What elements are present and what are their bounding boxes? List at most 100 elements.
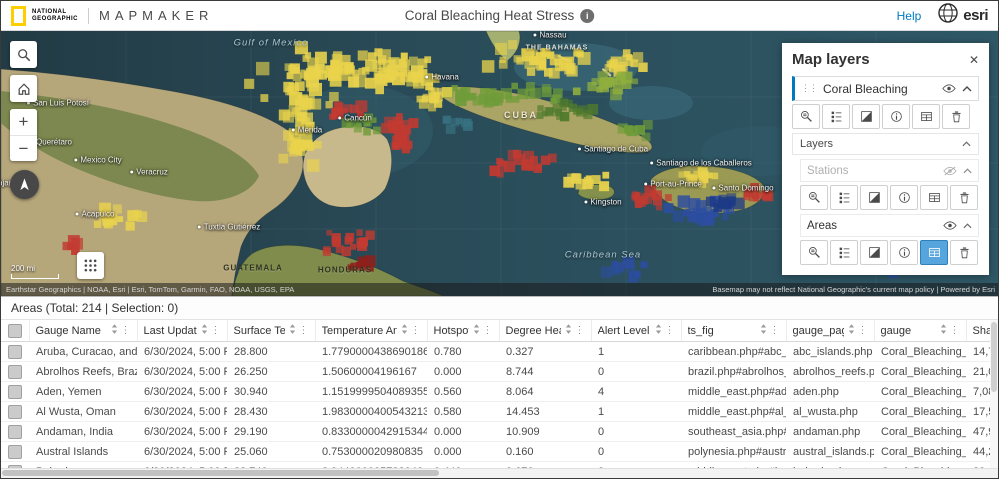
search-button[interactable] [10, 41, 37, 68]
column-menu-icon[interactable]: ⋮ [483, 325, 493, 336]
table-row[interactable]: Al Wusta, Oman6/30/2024, 5:00 PM28.4301.… [1, 402, 998, 422]
vertical-scrollbar[interactable] [990, 320, 998, 469]
table-cell: Coral_Bleaching_Alert_Le... [874, 442, 966, 462]
layer-delete-button[interactable] [942, 104, 970, 129]
column-menu-icon[interactable]: ⋮ [299, 325, 309, 336]
column-menu-icon[interactable]: ⋮ [665, 325, 675, 336]
layer-info-button[interactable] [890, 185, 918, 210]
layer-zoom-to-button[interactable] [792, 104, 820, 129]
chevron-up-icon[interactable] [963, 168, 972, 174]
column-menu-icon[interactable]: ⋮ [411, 325, 421, 336]
sort-icon[interactable] [289, 324, 296, 337]
column-label: Alert Level [598, 325, 650, 337]
vertical-scrollbar-thumb[interactable] [991, 322, 997, 392]
dots-grid-icon [84, 259, 97, 272]
table-scroll-area[interactable]: Gauge Name⋮Last Updated⋮Surface Temp (°C… [1, 320, 998, 469]
basemap-gallery-button[interactable] [77, 252, 104, 279]
column-header-hotspots[interactable]: Hotspots⋮ [427, 320, 499, 342]
layer-delete-button[interactable] [950, 185, 978, 210]
select-all-checkbox[interactable] [8, 324, 22, 338]
column-menu-icon[interactable]: ⋮ [770, 325, 780, 336]
row-checkbox[interactable] [8, 385, 22, 399]
layer-stations[interactable]: Stations [800, 159, 979, 182]
sort-icon[interactable] [848, 324, 855, 337]
column-menu-icon[interactable]: ⋮ [211, 325, 221, 336]
column-menu-icon[interactable]: ⋮ [121, 325, 131, 336]
table-row[interactable]: Andaman, India6/30/2024, 5:00 PM29.1900.… [1, 422, 998, 442]
column-header-gauge-page[interactable]: gauge_page⋮ [786, 320, 874, 342]
sort-icon[interactable] [565, 324, 572, 337]
layer-info-button[interactable] [890, 240, 918, 265]
zoom-in-button[interactable]: + [10, 109, 37, 135]
column-menu-icon[interactable]: ⋮ [950, 325, 960, 336]
sort-icon[interactable] [473, 324, 480, 337]
layer-show-table-button[interactable] [912, 104, 940, 129]
sort-icon[interactable] [401, 324, 408, 337]
table-cell: Coral_Bleaching_Alert_Le... [874, 422, 966, 442]
table-row[interactable]: Austral Islands6/30/2024, 5:00 PM25.0600… [1, 442, 998, 462]
zoom-out-button[interactable]: − [10, 135, 37, 161]
sort-icon[interactable] [940, 324, 947, 337]
layer-zoom-to-button[interactable] [800, 185, 828, 210]
home-button[interactable] [10, 75, 37, 102]
sort-icon[interactable] [201, 324, 208, 337]
visibility-off-icon[interactable] [943, 166, 957, 176]
column-header-last-updated[interactable]: Last Updated⋮ [137, 320, 227, 342]
help-link[interactable]: Help [897, 9, 922, 23]
column-menu-icon[interactable]: ⋮ [858, 325, 868, 336]
layer-legend-button[interactable] [830, 185, 858, 210]
chevron-up-icon[interactable] [963, 223, 972, 229]
row-checkbox[interactable] [8, 405, 22, 419]
info-icon[interactable]: i [580, 9, 594, 23]
layer-opacity-button[interactable] [860, 185, 888, 210]
column-header-gauge-name[interactable]: Gauge Name⋮ [29, 320, 137, 342]
close-icon[interactable]: ✕ [969, 54, 979, 66]
column-header-gauge[interactable]: gauge⋮ [874, 320, 966, 342]
layer-legend-button[interactable] [822, 104, 850, 129]
horizontal-scrollbar[interactable] [1, 468, 998, 478]
visibility-eye-icon[interactable] [943, 221, 957, 230]
scale-bar: 200 mi [11, 264, 59, 279]
row-checkbox[interactable] [8, 365, 22, 379]
table-cell: Abrolhos Reefs, Brazil [29, 362, 137, 382]
layer-show-table-button[interactable] [920, 185, 948, 210]
column-header-alert-level[interactable]: Alert Level ⋮ [591, 320, 681, 342]
layer-areas[interactable]: Areas [800, 214, 979, 237]
drag-handle-icon[interactable]: ⋮⋮ [801, 83, 817, 94]
column-header-temperature-an[interactable]: Temperature An...⋮ [315, 320, 427, 342]
layer-legend-button[interactable] [830, 240, 858, 265]
column-menu-icon[interactable]: ⋮ [575, 325, 585, 336]
chevron-up-icon[interactable] [962, 86, 972, 92]
layer-zoom-to-button[interactable] [800, 240, 828, 265]
column-header-surface-temp-c[interactable]: Surface Temp (°C)⋮ [227, 320, 315, 342]
table-row[interactable]: Abrolhos Reefs, Brazil6/30/2024, 5:00 PM… [1, 362, 998, 382]
esri-wordmark: esri [963, 7, 988, 24]
visibility-eye-icon[interactable] [942, 84, 956, 93]
table-cell: 6/30/2024, 5:00 PM [137, 402, 227, 422]
zoom-to-icon [800, 110, 813, 123]
sort-icon[interactable] [655, 324, 662, 337]
column-header-degree-heating[interactable]: Degree Heating ...⋮ [499, 320, 591, 342]
sort-icon[interactable] [760, 324, 767, 337]
layer-opacity-button[interactable] [860, 240, 888, 265]
column-header-ts-fig[interactable]: ts_fig⋮ [681, 320, 786, 342]
row-checkbox[interactable] [8, 345, 22, 359]
layer-info-button[interactable] [882, 104, 910, 129]
national-geographic-wordmark: NATIONAL GEOGRAPHIC [32, 9, 78, 23]
locate-button[interactable] [10, 170, 39, 199]
table-row[interactable]: Aden, Yemen6/30/2024, 5:00 PM30.9401.151… [1, 382, 998, 402]
table-row[interactable]: Aruba, Curacao, and Bona...6/30/2024, 5:… [1, 342, 998, 362]
layer-opacity-button[interactable] [852, 104, 880, 129]
row-checkbox[interactable] [8, 445, 22, 459]
layer-group-coral-bleaching[interactable]: ⋮⋮ Coral Bleaching [792, 76, 979, 101]
app-name: MAPMAKER [99, 8, 213, 23]
layer-show-table-button[interactable] [920, 240, 948, 265]
horizontal-scrollbar-thumb[interactable] [2, 470, 439, 476]
row-checkbox[interactable] [8, 425, 22, 439]
esri-globe-icon [937, 2, 959, 29]
legend-icon [830, 110, 843, 123]
layers-subheader[interactable]: Layers [792, 133, 979, 155]
chevron-up-icon[interactable] [962, 141, 971, 147]
layer-delete-button[interactable] [950, 240, 978, 265]
sort-icon[interactable] [111, 324, 118, 337]
